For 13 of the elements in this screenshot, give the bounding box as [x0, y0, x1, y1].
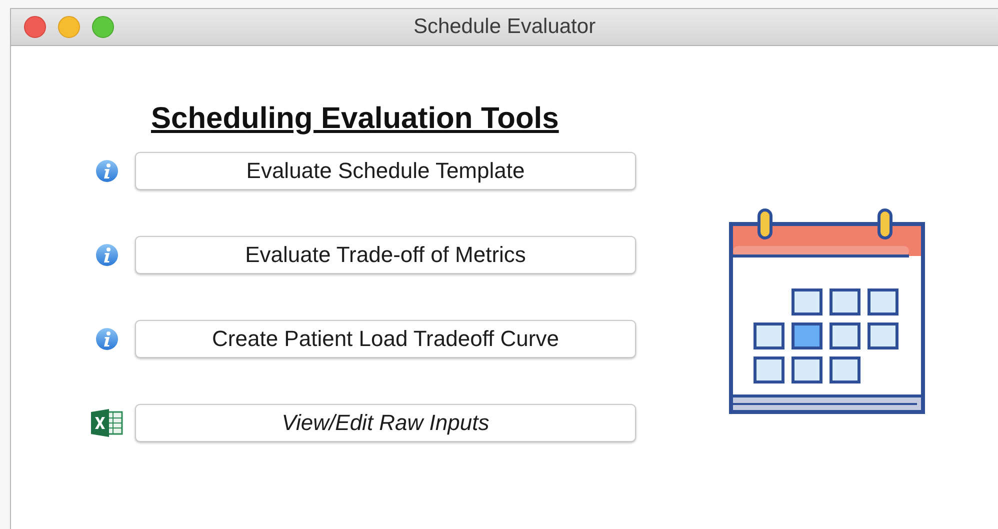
window-title: Schedule Evaluator [413, 15, 596, 39]
tool-button[interactable]: View/Edit Raw Inputs [135, 404, 636, 442]
info-icon[interactable] [95, 243, 119, 267]
calendar-icon [729, 208, 925, 416]
info-icon[interactable] [95, 327, 119, 351]
zoom-button[interactable] [92, 16, 114, 38]
info-icon[interactable] [95, 159, 119, 183]
tool-button[interactable]: Evaluate Trade-off of Metrics [135, 236, 636, 274]
tool-button[interactable]: Evaluate Schedule Template [135, 152, 636, 190]
heading: Scheduling Evaluation Tools [151, 102, 559, 136]
tool-button[interactable]: Create Patient Load Tradeoff Curve [135, 320, 636, 358]
spreadsheet-icon[interactable] [90, 408, 124, 438]
close-button[interactable] [24, 16, 46, 38]
